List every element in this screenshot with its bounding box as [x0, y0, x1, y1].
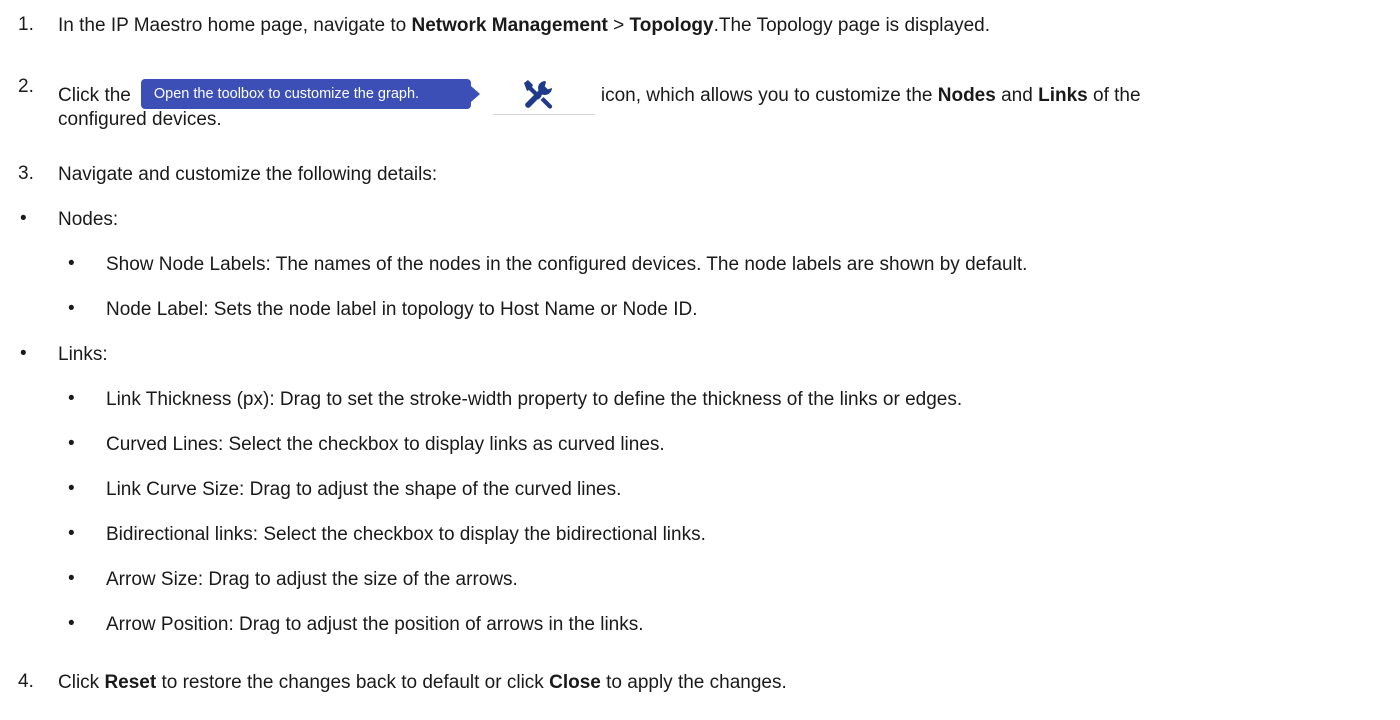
list-item: Link Curve Size: Drag to adjust the shap…: [106, 479, 622, 500]
step-2-continuation: configured devices.: [58, 109, 222, 130]
links-heading: Links:: [58, 344, 108, 365]
step-number: 1.: [18, 14, 34, 35]
bullet: •: [68, 388, 75, 409]
list-item: Curved Lines: Select the checkbox to dis…: [106, 434, 665, 455]
list-item: Arrow Size: Drag to adjust the size of t…: [106, 569, 518, 590]
bullet: •: [68, 298, 75, 319]
reset-label: Reset: [104, 672, 157, 693]
step-4-text: Click Reset to restore the changes back …: [58, 672, 787, 693]
bullet: •: [20, 208, 27, 229]
links-label: Links: [1038, 85, 1088, 107]
nav-network-management: Network Management: [411, 15, 608, 36]
list-item: Node Label: Sets the node label in topol…: [106, 299, 698, 320]
nodes-heading: Nodes:: [58, 209, 119, 230]
list-item: Link Thickness (px): Drag to set the str…: [106, 389, 963, 410]
toolbox-panel: [492, 74, 595, 115]
bullet: •: [68, 253, 75, 274]
nodes-label: Nodes: [937, 85, 996, 107]
step-number: 4.: [18, 671, 34, 692]
bullet: •: [68, 433, 75, 454]
bullet: •: [68, 523, 75, 544]
close-label: Close: [549, 672, 601, 693]
list-item: Arrow Position: Drag to adjust the posit…: [106, 614, 644, 635]
list-item: Show Node Labels: The names of the nodes…: [106, 254, 1028, 275]
step-1-text: In the IP Maestro home page, navigate to…: [58, 15, 990, 36]
tools-icon[interactable]: [521, 78, 555, 112]
bullet: •: [68, 478, 75, 499]
step-3-text: Navigate and customize the following det…: [58, 164, 438, 185]
bullet: •: [68, 613, 75, 634]
toolbox-tooltip: Open the toolbox to customize the graph.: [140, 79, 471, 109]
tooltip-arrow: [470, 86, 480, 102]
step-number: 2.: [18, 76, 34, 97]
list-item: Bidirectional links: Select the checkbox…: [106, 524, 706, 545]
bullet: •: [68, 568, 75, 589]
nav-topology: Topology: [629, 15, 714, 36]
bullet: •: [20, 343, 27, 364]
step-number: 3.: [18, 163, 34, 184]
